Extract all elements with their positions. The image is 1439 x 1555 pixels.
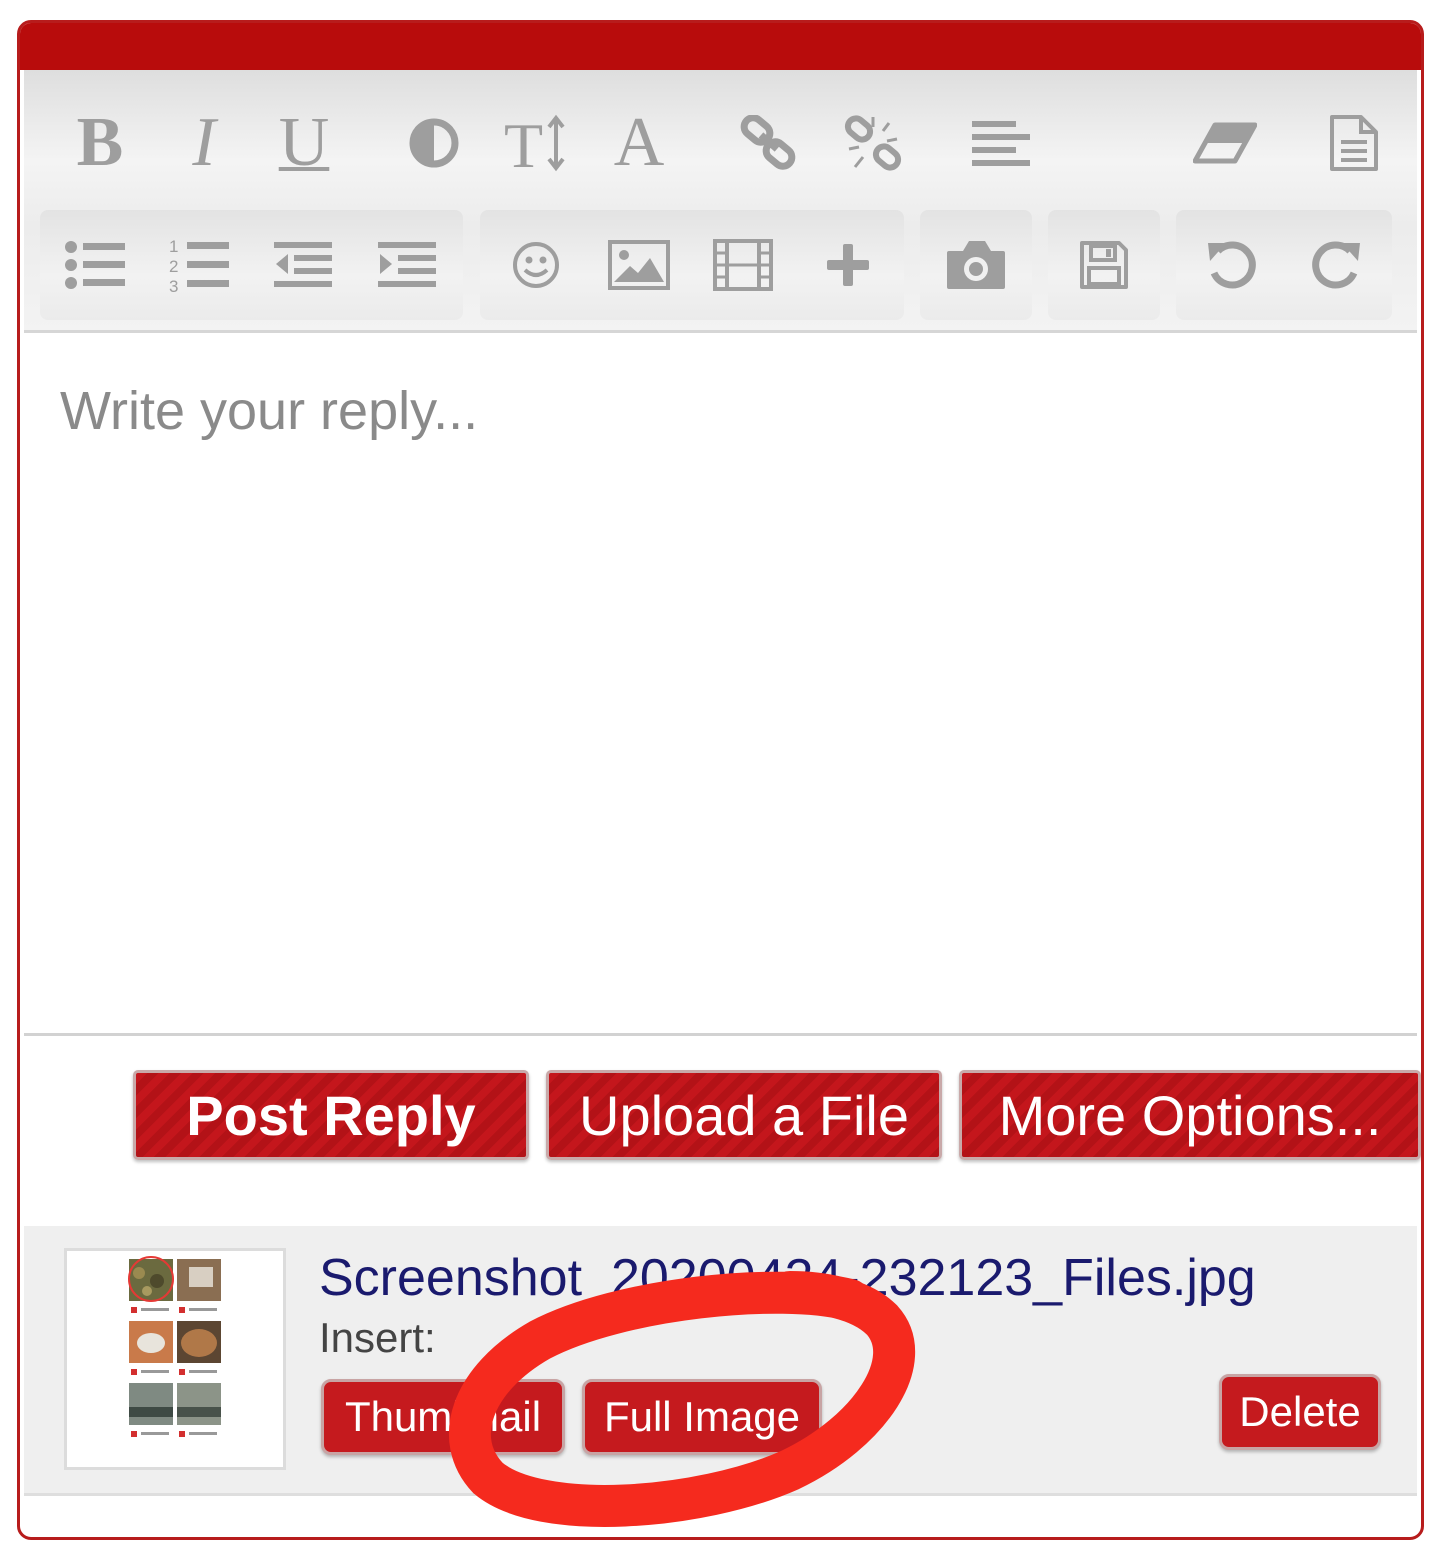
upload-file-button[interactable]: Upload a File — [546, 1070, 942, 1160]
bold-button[interactable]: B — [70, 103, 130, 181]
font-icon: A — [613, 103, 665, 181]
svg-text:2: 2 — [169, 257, 178, 276]
indent-button[interactable] — [376, 235, 438, 295]
reply-form: B I U T A 1 2 3 Write your reply... Post… — [17, 20, 1424, 1540]
toolbar-group-history — [1176, 210, 1392, 320]
attachment-row: Screenshot_20200424-232123_Files.jpg Ins… — [24, 1226, 1417, 1496]
camera-button[interactable] — [944, 235, 1008, 295]
reply-editor[interactable]: Write your reply... — [24, 336, 1417, 1036]
align-button[interactable] — [968, 110, 1034, 175]
document-icon — [1330, 114, 1378, 171]
underline-button[interactable]: U — [274, 103, 334, 181]
bullet-list-icon — [65, 241, 125, 289]
screenshot-thumbnail-image — [127, 1256, 223, 1457]
attachment-file-link[interactable]: Screenshot_20200424-232123_Files.jpg — [319, 1248, 1256, 1308]
undo-icon — [1208, 241, 1256, 289]
italic-icon: I — [192, 103, 216, 181]
camera-icon — [947, 241, 1005, 289]
color-contrast-button[interactable] — [404, 110, 464, 175]
link-icon — [740, 114, 796, 170]
outdent-icon — [274, 242, 332, 287]
redo-icon — [1312, 241, 1360, 289]
form-header-bar — [20, 23, 1421, 70]
font-size-icon: T — [504, 113, 565, 173]
toolbar-group-insert — [480, 210, 904, 320]
italic-button[interactable]: I — [174, 103, 234, 181]
unlink-icon — [844, 114, 902, 171]
toolbar-row-formatting: B I U T A — [24, 70, 1417, 210]
bulleted-list-button[interactable] — [64, 235, 126, 295]
insert-full-image-button[interactable]: Full Image — [582, 1379, 822, 1455]
insert-link-button[interactable] — [736, 110, 802, 175]
delete-attachment-button[interactable]: Delete — [1219, 1374, 1381, 1450]
svg-text:3: 3 — [169, 277, 178, 294]
remove-link-button[interactable] — [840, 110, 906, 175]
outdent-button[interactable] — [272, 235, 334, 295]
bold-icon: B — [76, 103, 124, 181]
source-button[interactable] — [1324, 110, 1384, 175]
insert-image-button[interactable] — [606, 235, 672, 295]
insert-label: Insert: — [319, 1314, 436, 1361]
film-icon — [713, 239, 773, 291]
more-options-button[interactable]: More Options... — [959, 1070, 1421, 1160]
align-icon — [972, 120, 1030, 166]
underline-icon: U — [278, 103, 330, 181]
insert-thumbnail-button[interactable]: Thumbnail — [321, 1379, 565, 1455]
editor-toolbar: B I U T A 1 2 3 — [24, 70, 1417, 333]
toolbar-group-camera — [920, 210, 1032, 320]
attachment-thumbnail[interactable] — [64, 1248, 286, 1470]
insert-media-button[interactable] — [710, 235, 776, 295]
font-button[interactable]: A — [609, 103, 669, 181]
eraser-icon — [1193, 122, 1257, 163]
save-draft-button[interactable] — [1074, 235, 1134, 295]
toolbar-group-drafts — [1048, 210, 1160, 320]
post-reply-button[interactable]: Post Reply — [133, 1070, 529, 1160]
smilies-button[interactable] — [506, 235, 566, 295]
font-size-button[interactable]: T — [504, 110, 570, 175]
svg-text:1: 1 — [169, 237, 178, 256]
indent-icon — [378, 242, 436, 287]
image-icon — [608, 240, 670, 290]
remove-format-button[interactable] — [1190, 110, 1260, 175]
editor-placeholder: Write your reply... — [60, 381, 479, 441]
redo-button[interactable] — [1306, 235, 1366, 295]
smiley-icon — [513, 242, 559, 288]
floppy-icon — [1080, 241, 1128, 289]
numbered-list-icon: 1 2 3 — [169, 237, 229, 294]
insert-more-button[interactable] — [820, 235, 876, 295]
plus-icon — [827, 244, 869, 286]
svg-text:T: T — [504, 113, 543, 173]
contrast-icon — [409, 118, 459, 167]
undo-button[interactable] — [1202, 235, 1262, 295]
toolbar-group-lists: 1 2 3 — [40, 210, 463, 320]
numbered-list-button[interactable]: 1 2 3 — [168, 235, 230, 295]
